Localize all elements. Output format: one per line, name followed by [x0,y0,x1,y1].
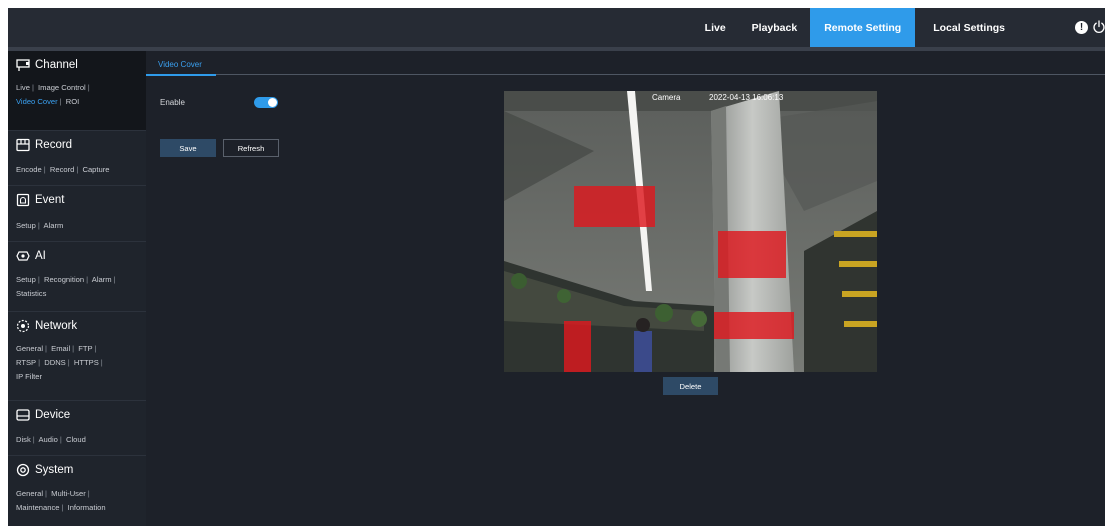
sidebar-links-record: Encode | Record | Capture [16,165,110,174]
ai-icon [16,251,30,261]
sidebar-item-system-general[interactable]: General [16,489,43,498]
cover-region[interactable] [564,321,591,372]
system-icon [16,463,30,477]
nav-local-settings[interactable]: Local Settings [915,8,1031,47]
sidebar-title-network: Network [35,320,78,332]
sidebar-item-ftp[interactable]: FTP [78,344,92,353]
sidebar-item-video-cover[interactable]: Video Cover [16,97,58,106]
tab-video-cover-label: Video Cover [158,60,202,69]
sidebar-head-ai[interactable]: AI [16,249,46,263]
enable-label: Enable [160,98,185,107]
sidebar-item-ddns[interactable]: DDNS [44,358,66,367]
sidebar-section-channel: Channel Live | Image Control | Video Cover… [8,51,146,131]
settings-sidebar: Channel Live | Image Control | Video Cover… [8,51,146,526]
power-icon[interactable] [1092,20,1105,34]
tab-active-indicator [146,74,216,76]
sidebar-title-channel: Channel [35,59,78,71]
sidebar-title-system: System [35,464,74,476]
sidebar-head-system[interactable]: System [16,463,73,477]
sidebar-title-event: Event [35,194,65,206]
sidebar-item-roi[interactable]: ROI [66,97,80,106]
record-icon [16,138,30,152]
sidebar-item-image-control[interactable]: Image Control [38,83,86,92]
cover-region[interactable] [718,231,786,278]
sidebar-section-system: System General | Multi-User | Maintenance |… [8,456,146,526]
sidebar-head-device[interactable]: Device [16,408,70,422]
nav-remote-setting[interactable]: Remote Setting [810,8,916,47]
enable-toggle[interactable] [254,97,278,108]
sidebar-section-event: Event Setup | Alarm [8,186,146,242]
sidebar-item-general[interactable]: General [16,344,43,353]
sidebar-links-device: Disk | Audio | Cloud [16,435,86,444]
sidebar-item-live[interactable]: Live [16,83,30,92]
tab-video-cover[interactable]: Video Cover [146,51,216,76]
sidebar-item-capture[interactable]: Capture [82,165,109,174]
sidebar-item-ai-setup[interactable]: Setup [16,275,36,284]
sidebar-item-ai-alarm[interactable]: Alarm [92,275,112,284]
cover-region[interactable] [714,312,794,339]
sidebar-item-email[interactable]: Email [51,344,70,353]
main-nav: Live Playback Remote Setting Local Setti… [692,8,1031,47]
sidebar-item-https[interactable]: HTTPS [74,358,99,367]
sidebar-section-record: Record Encode | Record | Capture [8,131,146,186]
sidebar-item-audio[interactable]: Audio [38,435,57,444]
sidebar-item-multi-user[interactable]: Multi-User [51,489,86,498]
refresh-button[interactable]: Refresh [223,139,279,157]
toggle-knob [268,98,277,107]
sidebar-head-event[interactable]: Event [16,193,64,207]
sidebar-item-recognition[interactable]: Recognition [44,275,84,284]
app-window: Live Playback Remote Setting Local Setti… [8,8,1105,526]
info-icon[interactable]: ! [1075,21,1088,34]
top-nav-bar: Live Playback Remote Setting Local Setti… [8,8,1105,51]
sidebar-item-ip-filter[interactable]: IP Filter [16,372,42,381]
nav-playback[interactable]: Playback [739,8,811,47]
sidebar-title-ai: AI [35,250,46,262]
sidebar-item-rtsp[interactable]: RTSP [16,358,36,367]
sidebar-title-device: Device [35,409,71,421]
sidebar-item-statistics[interactable]: Statistics [16,289,46,298]
tab-bar: Video Cover [146,51,1105,76]
camera-image [504,91,877,372]
sidebar-section-device: Device Disk | Audio | Cloud [8,401,146,456]
sidebar-links-ai: Setup | Recognition | Alarm | Statistics [16,275,116,298]
channel-icon [16,59,30,71]
top-icons: ! [1035,8,1105,47]
device-icon [16,409,30,421]
sidebar-section-ai: AI Setup | Recognition | Alarm | Statistics [8,242,146,312]
video-preview[interactable]: Camera 2022-04-13 16:06:13 [504,91,877,372]
delete-button[interactable]: Delete [663,377,718,395]
sidebar-item-alarm[interactable]: Alarm [44,221,64,230]
sidebar-title-record: Record [35,139,73,151]
sidebar-item-encode[interactable]: Encode [16,165,42,174]
event-icon [16,193,30,207]
sidebar-item-disk[interactable]: Disk [16,435,31,444]
sidebar-item-maintenance[interactable]: Maintenance [16,503,59,512]
sidebar-links-event: Setup | Alarm [16,221,64,230]
osd-timestamp: 2022-04-13 16:06:13 [709,93,784,102]
sidebar-section-network: Network General | Email | FTP | RTSP | DDNS |… [8,312,146,401]
sidebar-item-record[interactable]: Record [50,165,74,174]
osd-camera-name: Camera [652,93,681,102]
sidebar-head-channel[interactable]: Channel [16,58,78,72]
nav-live[interactable]: Live [692,8,739,47]
sidebar-links-channel: Live | Image Control | Video Cover | ROI [16,83,90,106]
sidebar-item-setup[interactable]: Setup [16,221,36,230]
network-icon [16,319,30,333]
cover-region[interactable] [574,186,655,227]
main-content: Video Cover Enable Save Refresh Camera 2… [146,51,1105,526]
sidebar-item-information[interactable]: Information [68,503,106,512]
sidebar-head-network[interactable]: Network [16,319,77,333]
sidebar-links-system: General | Multi-User | Maintenance | Inform… [16,489,106,512]
sidebar-links-network: General | Email | FTP | RTSP | DDNS | HTTPS | … [16,344,103,381]
save-button[interactable]: Save [160,139,216,157]
sidebar-item-cloud[interactable]: Cloud [66,435,86,444]
sidebar-head-record[interactable]: Record [16,138,72,152]
